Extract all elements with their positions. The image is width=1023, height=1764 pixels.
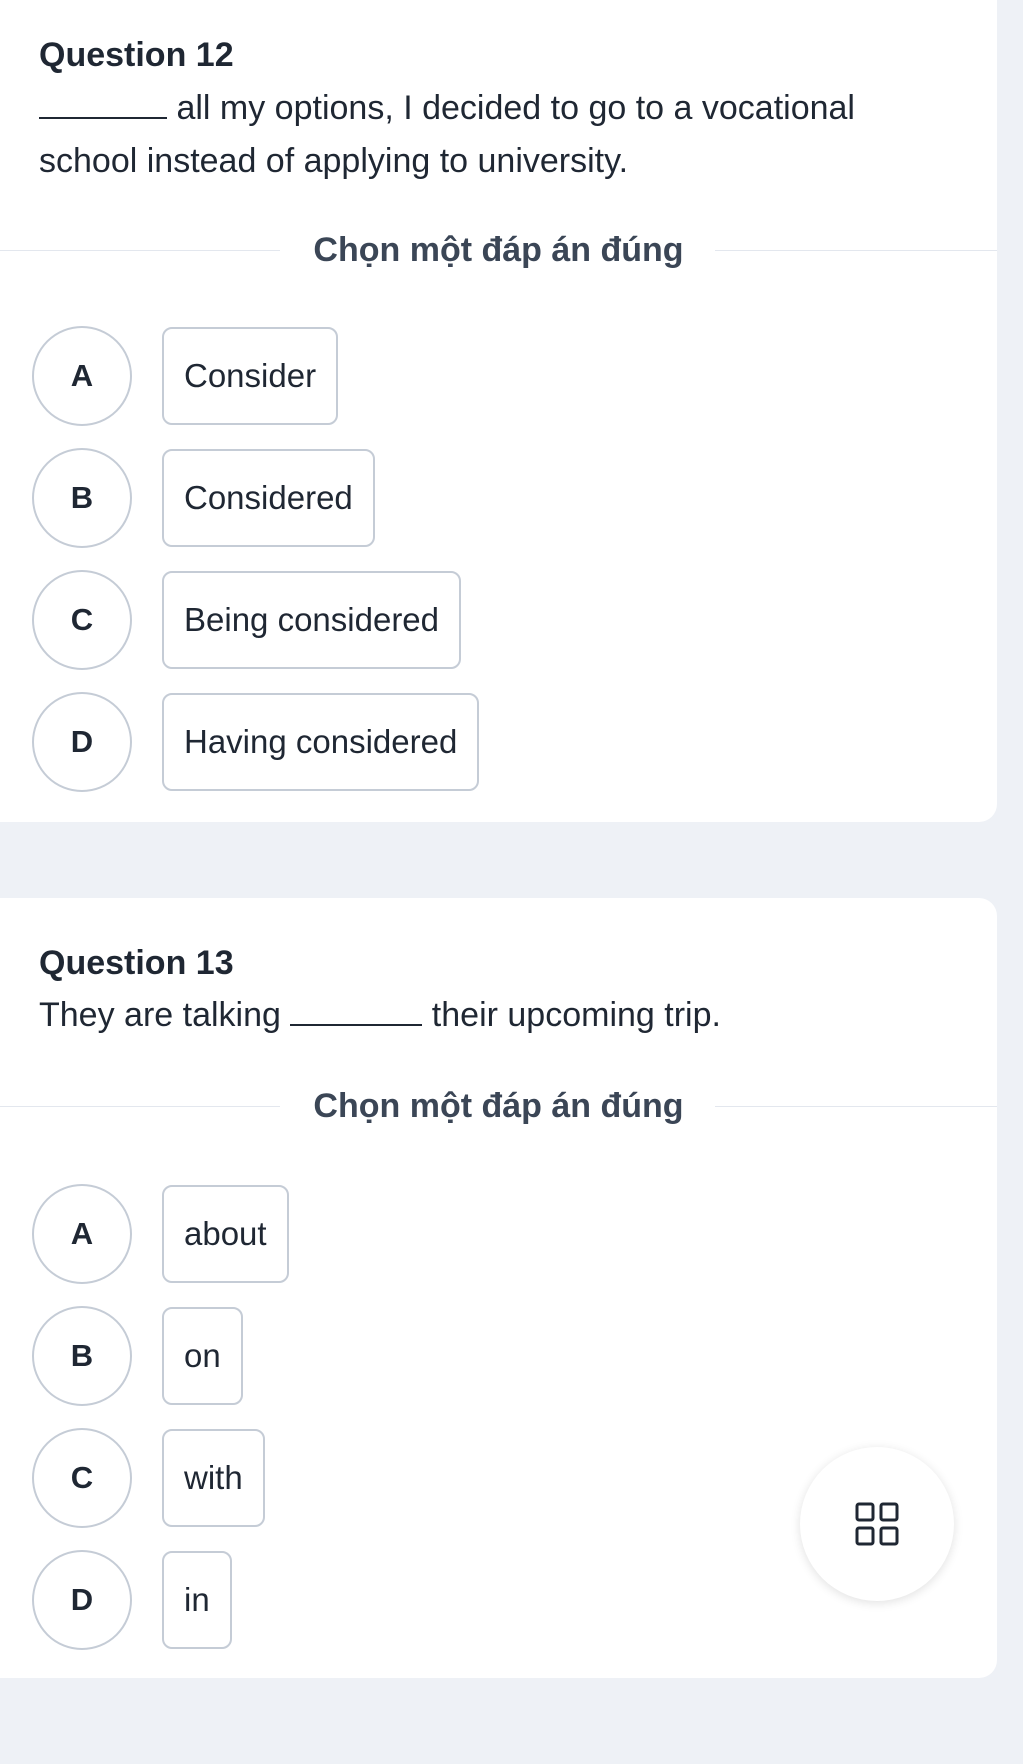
option-text[interactable]: Considered [162,449,375,547]
question-text-part: They are talking [39,996,291,1034]
divider-line [715,1106,997,1107]
option-letter[interactable]: C [32,570,132,670]
option-text[interactable]: about [162,1185,289,1283]
question-text-part: their upcoming trip. [422,996,721,1034]
option-text[interactable]: with [162,1429,265,1527]
option-letter[interactable]: B [32,448,132,548]
option-text[interactable]: Being considered [162,571,462,669]
divider-line [715,250,997,251]
prompt-divider: Chọn một đáp án đúng [0,1086,997,1126]
option-text[interactable]: in [162,1551,232,1649]
option-letter[interactable]: D [32,1550,132,1650]
option-letter[interactable]: C [32,1428,132,1528]
option-letter[interactable]: B [32,1306,132,1406]
answer-blank [39,87,167,119]
question-title: Question 12 [39,36,234,74]
question-text: They are talking their upcoming trip. [39,989,939,1042]
prompt-divider: Chọn một đáp án đúng [0,230,997,270]
option-letter[interactable]: A [32,326,132,426]
question-title: Question 13 [39,944,234,982]
grid-icon [855,1502,899,1546]
answer-blank [290,994,423,1026]
option-text[interactable]: Having considered [162,693,480,791]
question-grid-button[interactable] [800,1447,954,1601]
option-letter[interactable]: D [32,692,132,792]
question-card-12: Question 12 all my options, I decided to… [0,0,997,822]
option-text[interactable]: on [162,1307,243,1405]
option-letter[interactable]: A [32,1184,132,1284]
question-text: all my options, I decided to go to a voc… [39,82,939,188]
option-text[interactable]: Consider [162,327,339,425]
